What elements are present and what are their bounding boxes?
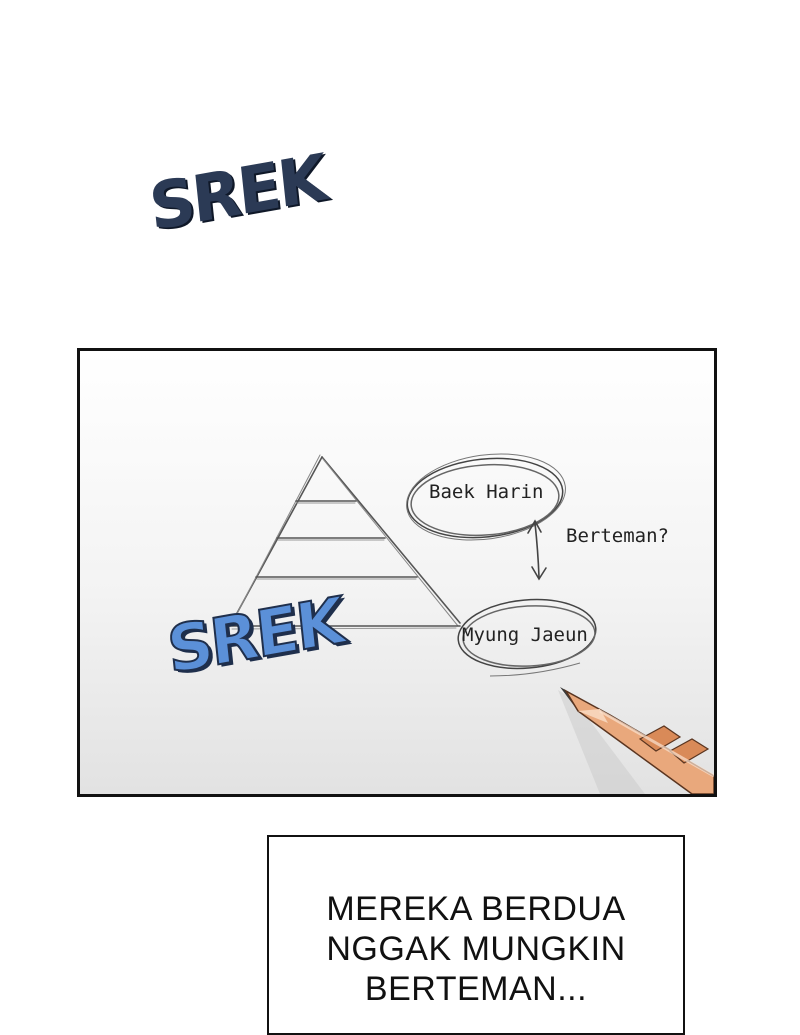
comic-panel: Baek Harin Berteman? Myung Jaeun SREK (77, 348, 717, 797)
double-arrow-icon (527, 519, 547, 581)
panel-sketch: Baek Harin Berteman? Myung Jaeun (229, 453, 714, 794)
label-berteman: Berteman? (566, 525, 669, 547)
narration-line-3: BERTEMAN... (364, 970, 588, 1008)
pencil-icon (558, 687, 714, 794)
narration-line-1: MEREKA BERDUA (326, 890, 626, 928)
narration-line-2: NGGAK MUNGKIN (326, 930, 626, 968)
narration-text: MEREKA BERDUA NGGAK MUNGKIN BERTEMAN... (269, 889, 683, 1009)
sfx-srek-top: SREK (146, 141, 328, 246)
narration-box: MEREKA BERDUA NGGAK MUNGKIN BERTEMAN... (267, 835, 685, 1035)
label-myung-jaeun: Myung Jaeun (462, 624, 588, 646)
label-baek-harin: Baek Harin (429, 481, 543, 503)
